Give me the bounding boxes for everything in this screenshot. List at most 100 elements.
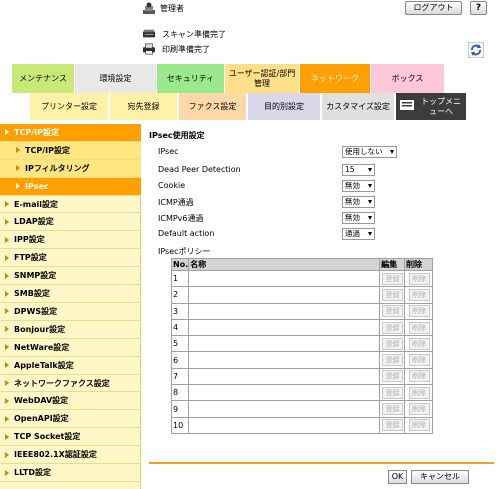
admin-user-icon: [143, 2, 155, 14]
tab-printer-settings[interactable]: プリンター設定: [30, 93, 108, 120]
sidebar-item-ipsec[interactable]: IPsec: [0, 177, 141, 196]
row-delete-cell: 削除: [404, 302, 433, 320]
row-no: 9: [170, 400, 190, 418]
cookie-label: Cookie: [158, 181, 186, 190]
icmpv6-select[interactable]: 無効: [342, 212, 375, 224]
delete-button[interactable]: 削除: [408, 403, 430, 416]
delete-button[interactable]: 削除: [408, 370, 430, 383]
row-edit-cell: 登録: [379, 302, 406, 320]
ok-button[interactable]: OK: [388, 470, 407, 484]
printer-icon: [143, 43, 155, 55]
tab-top-menu[interactable]: トップメニューへ: [396, 93, 466, 120]
sidebar-item-lltd[interactable]: LLTD設定: [0, 464, 141, 482]
row-delete-cell: 削除: [404, 367, 433, 386]
table-row: 4 登録 削除: [170, 318, 433, 337]
col-name: 名称: [188, 258, 381, 271]
edit-button[interactable]: 登録: [382, 272, 404, 285]
row-no: 8: [170, 384, 190, 402]
delete-button[interactable]: 削除: [408, 354, 430, 367]
logout-button[interactable]: ログアウト: [405, 1, 462, 15]
row-edit-cell: 登録: [379, 318, 406, 337]
delete-button[interactable]: 削除: [408, 305, 430, 318]
default-action-select[interactable]: 通過: [342, 228, 375, 240]
sidebar-item-dpws[interactable]: DPWS設定: [0, 303, 141, 321]
table-row: 2 登録 削除: [170, 286, 433, 304]
sidebar-item-bonjour[interactable]: Bonjour設定: [0, 321, 141, 339]
cookie-select[interactable]: 無効: [342, 180, 375, 192]
edit-button[interactable]: 登録: [382, 321, 404, 334]
print-status: 印刷準備完了: [162, 45, 210, 54]
edit-button[interactable]: 登録: [382, 288, 404, 301]
row-name: [188, 335, 381, 353]
icmpv6-label: ICMPv6通過: [158, 214, 204, 223]
col-no: No.: [170, 258, 190, 271]
ipsec-label: IPsec: [158, 147, 179, 156]
dpd-select[interactable]: 15: [342, 164, 375, 176]
edit-button[interactable]: 登録: [382, 370, 404, 383]
scanner-icon: [143, 29, 155, 38]
divider: [149, 462, 494, 464]
edit-button[interactable]: 登録: [382, 337, 404, 350]
cancel-button[interactable]: キャンセル: [411, 470, 469, 484]
sidebar-item-ftp[interactable]: FTP設定: [0, 249, 141, 268]
menu-icon: [400, 100, 414, 110]
tab-security[interactable]: セキュリティ: [157, 64, 225, 93]
tab-network[interactable]: ネットワーク: [300, 64, 371, 93]
sidebar-item-tcp-socket[interactable]: TCP Socket設定: [0, 428, 141, 447]
tab-address-book[interactable]: 宛先登録: [110, 93, 177, 120]
table-row: 3 登録 削除: [170, 302, 433, 320]
sidebar-item-ldap[interactable]: LDAP設定: [0, 214, 141, 232]
ipsec-select[interactable]: 使用しない: [342, 146, 397, 158]
sidebar-item-ieee8021x[interactable]: IEEE802.1X認証設定: [0, 446, 141, 465]
edit-button[interactable]: 登録: [382, 419, 404, 432]
refresh-icon[interactable]: [468, 42, 484, 58]
col-edit: 編集: [379, 258, 406, 271]
sidebar-item-email[interactable]: E-mail設定: [0, 196, 141, 214]
delete-button[interactable]: 削除: [408, 337, 430, 350]
sidebar-item-openapi[interactable]: OpenAPI設定: [0, 410, 141, 429]
tab-purpose-settings[interactable]: 目的別設定: [248, 93, 320, 120]
sidebar: TCP/IP設定 TCP/IP設定 IPフィルタリング IPsec E-mail…: [0, 124, 141, 489]
tab-user-auth[interactable]: ユーザー認証/部門管理: [225, 64, 300, 93]
tab-maintenance[interactable]: メンテナンス: [12, 64, 75, 93]
edit-button[interactable]: 登録: [382, 305, 404, 318]
row-edit-cell: 登録: [379, 416, 406, 434]
row-no: 5: [170, 335, 190, 353]
sidebar-item-ipp[interactable]: IPP設定: [0, 231, 141, 250]
tab-customize-settings[interactable]: カスタマイズ設定: [322, 93, 394, 120]
row-no: 6: [170, 351, 190, 369]
row-name: [188, 318, 381, 337]
sidebar-item-webdav[interactable]: WebDAV設定: [0, 393, 141, 411]
row-edit-cell: 登録: [379, 351, 406, 369]
edit-button[interactable]: 登録: [382, 386, 404, 399]
edit-button[interactable]: 登録: [382, 403, 404, 416]
row-delete-cell: 削除: [404, 416, 433, 434]
icmp-select[interactable]: 無効: [342, 196, 375, 208]
table-row: 5 登録 削除: [170, 335, 433, 353]
sidebar-item-snmp[interactable]: SNMP設定: [0, 267, 141, 286]
delete-button[interactable]: 削除: [408, 321, 430, 334]
row-name: [188, 416, 381, 434]
row-no: 7: [170, 367, 190, 386]
delete-button[interactable]: 削除: [408, 419, 430, 432]
sidebar-item-network-fax[interactable]: ネットワークファクス設定: [0, 375, 141, 393]
dpd-label: Dead Peer Detection: [158, 165, 241, 174]
delete-button[interactable]: 削除: [408, 272, 430, 285]
sidebar-item-ip-filtering[interactable]: IPフィルタリング: [0, 159, 141, 178]
tab-box[interactable]: ボックス: [371, 64, 445, 93]
sidebar-item-netware[interactable]: NetWare設定: [0, 339, 141, 357]
delete-button[interactable]: 削除: [408, 386, 430, 399]
tab-environment[interactable]: 環境設定: [75, 64, 157, 93]
sidebar-item-tcpip-sub[interactable]: TCP/IP設定: [0, 141, 141, 160]
row-no: 2: [170, 286, 190, 304]
edit-button[interactable]: 登録: [382, 354, 404, 367]
row-name: [188, 286, 381, 304]
sidebar-item-appletalk[interactable]: AppleTalk設定: [0, 357, 141, 375]
tab-fax-settings[interactable]: ファクス設定: [179, 93, 246, 120]
delete-button[interactable]: 削除: [408, 288, 430, 301]
help-button[interactable]: ?: [470, 1, 487, 15]
sidebar-item-smb[interactable]: SMB設定: [0, 285, 141, 303]
row-name: [188, 384, 381, 402]
section-title: IPsec使用設定: [149, 131, 205, 140]
sidebar-item-tcpip-settings[interactable]: TCP/IP設定: [0, 124, 141, 142]
